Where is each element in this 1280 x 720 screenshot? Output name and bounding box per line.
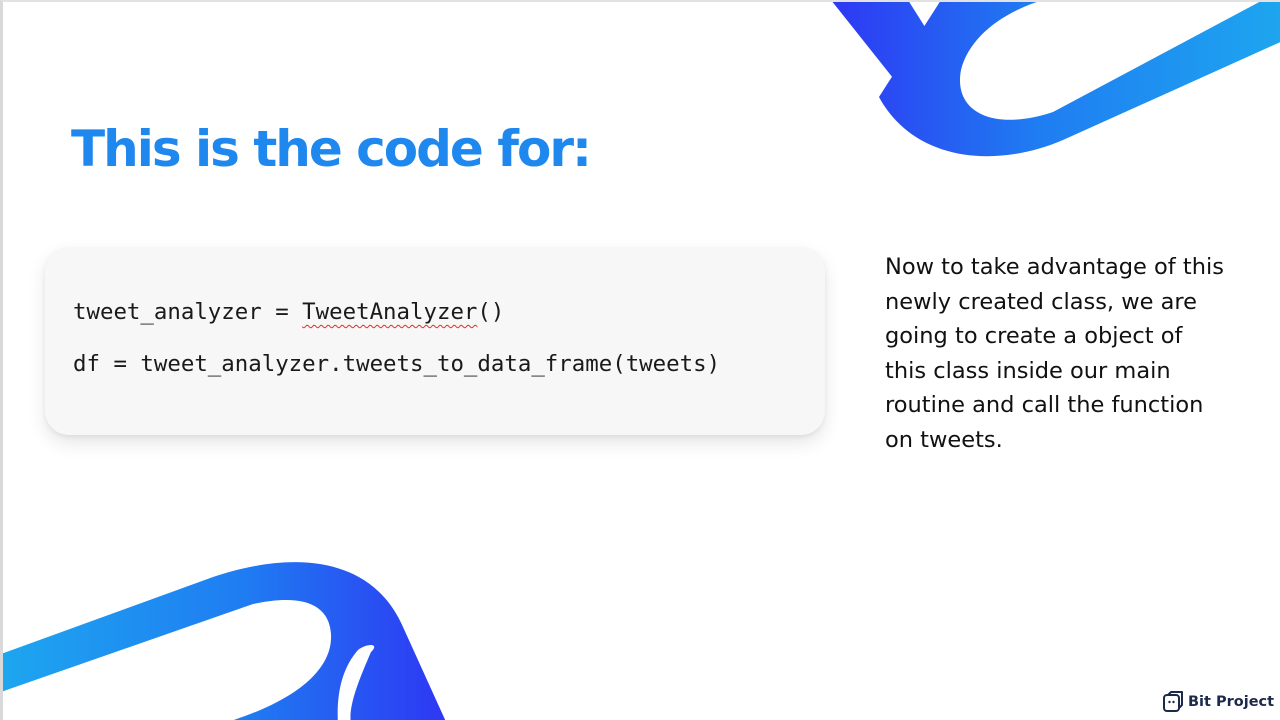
code-line-1-suffix: () [477, 299, 505, 325]
spellcheck-flagged-word: TweetAnalyzer [302, 299, 478, 325]
code-line-1-prefix: tweet_analyzer = [73, 299, 303, 325]
bottom-left-swoosh [3, 562, 446, 720]
description-text: Now to take advantage of this newly crea… [885, 254, 1224, 453]
bit-project-logo-icon [1163, 691, 1183, 712]
slide-title: This is the code for: [71, 120, 592, 178]
code-line-1: tweet_analyzer = TweetAnalyzer() [73, 299, 504, 325]
brand-mark: Bit Project [1161, 688, 1274, 716]
brand-name: Bit Project [1188, 694, 1275, 710]
code-line-2: df = tweet_analyzer.tweets_to_data_frame… [73, 351, 721, 377]
top-right-swoosh [832, 2, 1280, 157]
presentation-slide: This is the code for: tweet_analyzer = T… [0, 0, 1280, 720]
code-block: tweet_analyzer = TweetAnalyzer() df = tw… [45, 247, 825, 435]
